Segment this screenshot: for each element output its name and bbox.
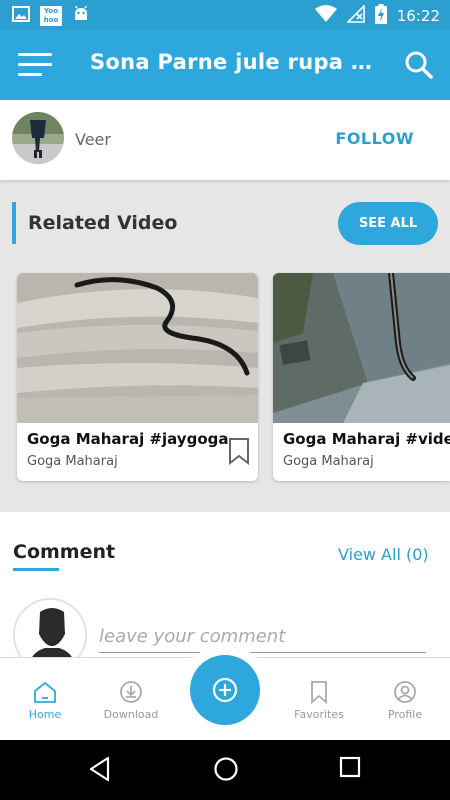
no-signal-icon [345,4,365,27]
bookmark-icon [311,681,327,704]
video-card[interactable]: Goga Maharaj #jaygoga Goga Maharaj [17,273,258,481]
video-thumbnail[interactable] [273,273,450,423]
see-all-button[interactable]: SEE ALL [338,202,438,245]
add-circle-icon [212,677,238,703]
image-icon [12,6,30,26]
video-channel: Goga Maharaj [283,454,374,469]
section-accent [12,202,16,244]
nav-download[interactable]: Download [86,658,176,741]
nav-download-label: Download [103,708,159,721]
comment-section: Comment View All (0) [0,512,450,672]
clock: 16:22 [396,7,440,25]
wifi-icon [314,5,337,27]
comment-underline [13,568,59,571]
nav-favorites[interactable]: Favorites [274,658,364,741]
yoohoo-app-icon: Yoo hoo [40,6,62,26]
status-bar: Yoo hoo 16:22 [0,0,450,30]
nav-profile-label: Profile [387,708,423,721]
profile-icon [394,681,416,703]
follow-button[interactable]: FOLLOW [335,129,414,148]
video-thumbnail[interactable] [17,273,258,423]
hamburger-menu-icon[interactable] [18,53,52,77]
android-icon [72,5,90,27]
comment-heading: Comment [13,541,116,563]
recents-icon[interactable] [339,756,361,782]
nav-profile[interactable]: Profile [360,658,450,741]
nav-home[interactable]: Home [0,658,90,741]
search-icon[interactable] [404,50,434,80]
download-icon [120,681,142,703]
battery-charging-icon [374,4,387,28]
back-icon[interactable] [88,756,112,786]
nav-favorites-label: Favorites [294,708,344,721]
related-video-heading: Related Video [28,212,178,234]
app-bar: Sona Parne jule rupa par... [0,30,450,100]
page-title: Sona Parne jule rupa par... [90,50,380,74]
video-title[interactable]: Goga Maharaj #video [283,430,450,448]
bookmark-icon[interactable] [227,437,251,466]
home-circle-icon[interactable] [213,756,239,786]
add-post-button[interactable] [190,655,260,725]
author-card: Veer FOLLOW [0,100,450,180]
video-channel: Goga Maharaj [27,454,118,469]
system-navigation-bar [0,740,450,800]
video-card[interactable]: Goga Maharaj #video Goga Maharaj [273,273,450,481]
home-icon [34,681,56,703]
view-all-comments-link[interactable]: View All (0) [338,545,429,564]
video-title[interactable]: Goga Maharaj #jaygoga [27,430,228,448]
nav-home-label: Home [28,708,62,721]
comment-input[interactable] [99,621,426,653]
author-name[interactable]: Veer [75,130,111,149]
author-avatar[interactable] [12,112,64,164]
